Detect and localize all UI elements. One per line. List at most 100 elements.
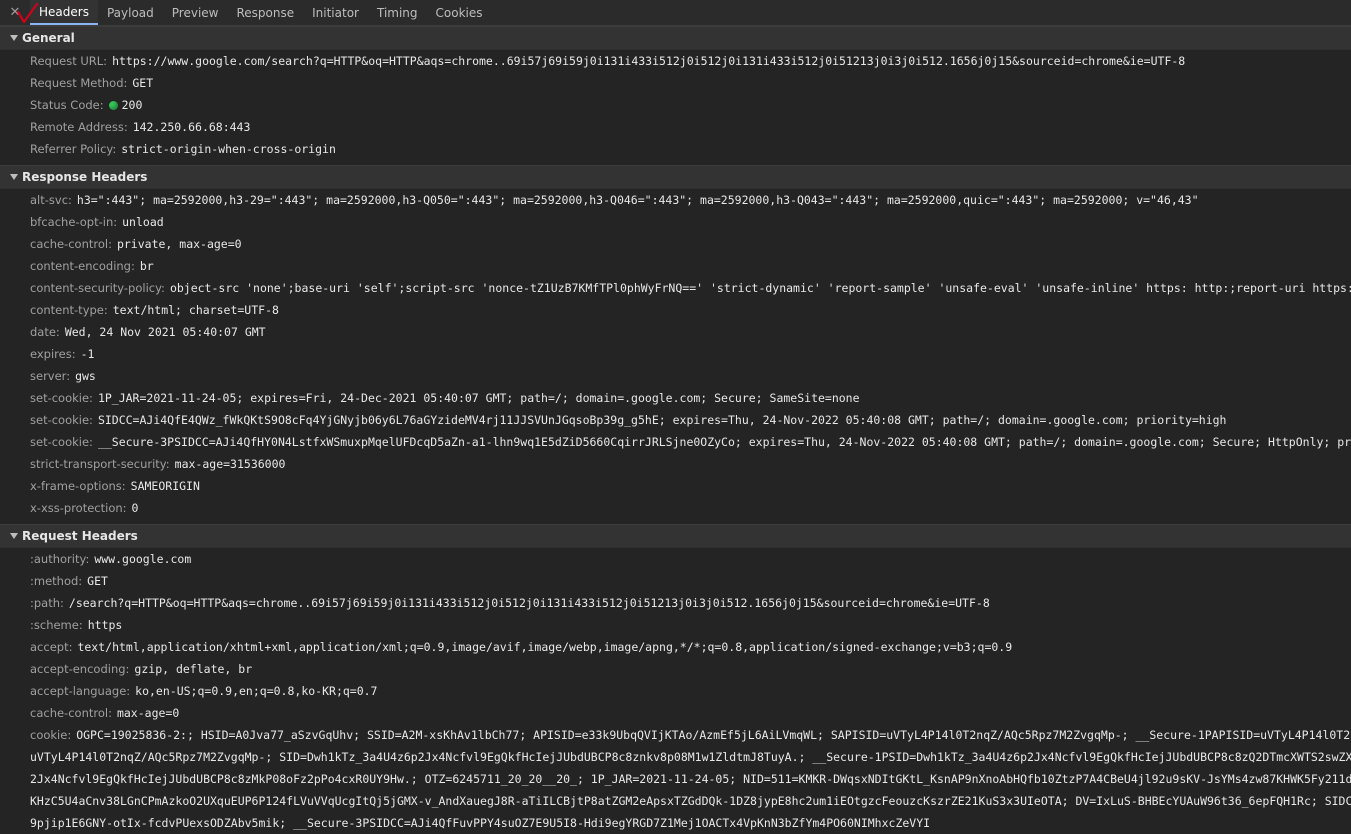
- header-name: date:: [30, 325, 60, 339]
- header-value: https://www.google.com/search?q=HTTP&oq=…: [112, 54, 1186, 68]
- request-header-row: :method: GET: [0, 570, 1351, 592]
- header-value: strict-origin-when-cross-origin: [121, 142, 336, 156]
- header-name: Remote Address:: [30, 120, 128, 134]
- section-title: General: [22, 31, 75, 45]
- collapse-triangle-icon[interactable]: [10, 35, 18, 41]
- general-row: Request Method: GET: [0, 72, 1351, 94]
- header-name: set-cookie:: [30, 413, 93, 427]
- cookie-continuation-line: uVTyL4P14l0T2nqZ/AQc5Rpz7M2ZvgqMp-; SID=…: [0, 746, 1351, 768]
- header-value: /search?q=HTTP&oq=HTTP&aqs=chrome..69i57…: [68, 596, 990, 610]
- header-name: content-encoding:: [30, 259, 135, 273]
- header-value: object-src 'none';base-uri 'self';script…: [169, 281, 1351, 295]
- close-icon[interactable]: ✕: [0, 0, 30, 25]
- request-header-row: accept: text/html,application/xhtml+xml,a…: [0, 636, 1351, 658]
- response-header-row: set-cookie: __Secure-3PSIDCC=AJi4QfHY0N4L…: [0, 431, 1351, 453]
- header-value: 2Jx4Ncfvl9EgQkfHcIejJUbdUBCP8c8zMkP08oFz…: [30, 772, 1351, 786]
- header-name: content-type:: [30, 303, 108, 317]
- response-header-row: set-cookie: 1P_JAR=2021-11-24-05; expires…: [0, 387, 1351, 409]
- tab-headers[interactable]: Headers: [30, 0, 98, 25]
- header-value: 200: [121, 98, 143, 112]
- header-value: GET: [87, 574, 108, 588]
- request-header-row: :path: /search?q=HTTP&oq=HTTP&aqs=chrome.…: [0, 592, 1351, 614]
- header-name: Request Method:: [30, 76, 128, 90]
- tab-label: Payload: [106, 5, 154, 20]
- header-name: Status Code:: [30, 98, 104, 112]
- tab-response[interactable]: Response: [227, 0, 303, 25]
- section-request-headers-header[interactable]: Request Headers: [0, 524, 1351, 548]
- request-header-row: accept-language: ko,en-US;q=0.9,en;q=0.8,…: [0, 680, 1351, 702]
- section-response-headers-header[interactable]: Response Headers: [0, 165, 1351, 189]
- general-rows: Request URL: https://www.google.com/searc…: [0, 50, 1351, 160]
- response-header-row: alt-svc: h3=":443"; ma=2592000,h3-29=":44…: [0, 189, 1351, 211]
- cookie-continuation-line: 9pjip1E6GNY-otIx-fcdvPUexsODZAbv5mik; __…: [0, 812, 1351, 834]
- header-value: Wed, 24 Nov 2021 05:40:07 GMT: [64, 325, 266, 339]
- header-name: cache-control:: [30, 237, 112, 251]
- header-value: -1: [80, 347, 95, 361]
- response-header-row: cache-control: private, max-age=0: [0, 233, 1351, 255]
- header-value: ko,en-US;q=0.9,en;q=0.8,ko-KR;q=0.7: [135, 684, 378, 698]
- header-name: content-security-policy:: [30, 281, 165, 295]
- response-header-row: date: Wed, 24 Nov 2021 05:40:07 GMT: [0, 321, 1351, 343]
- header-name: Request URL:: [30, 54, 108, 68]
- header-value: www.google.com: [94, 552, 192, 566]
- header-name: set-cookie:: [30, 391, 93, 405]
- request-header-row: :authority: www.google.com: [0, 548, 1351, 570]
- header-name: accept-encoding:: [30, 662, 130, 676]
- header-name: cache-control:: [30, 706, 112, 720]
- section-general-header[interactable]: General: [0, 26, 1351, 50]
- tab-payload[interactable]: Payload: [98, 0, 163, 25]
- collapse-triangle-icon[interactable]: [10, 174, 18, 180]
- tab-cookies[interactable]: Cookies: [427, 0, 492, 25]
- header-value: gws: [75, 369, 96, 383]
- request-header-row: :scheme: https: [0, 614, 1351, 636]
- response-header-row: content-security-policy: object-src 'none…: [0, 277, 1351, 299]
- header-value: text/html; charset=UTF-8: [112, 303, 279, 317]
- header-value: h3=":443"; ma=2592000,h3-29=":443"; ma=2…: [76, 193, 1199, 207]
- cookie-continuation-line: 2Jx4Ncfvl9EgQkfHcIejJUbdUBCP8c8zMkP08oFz…: [0, 768, 1351, 790]
- header-value: 1P_JAR=2021-11-24-05; expires=Fri, 24-De…: [97, 391, 860, 405]
- header-name: cookie:: [30, 728, 72, 742]
- tab-initiator[interactable]: Initiator: [303, 0, 368, 25]
- header-name: :scheme:: [30, 618, 83, 632]
- response-header-row: expires: -1: [0, 343, 1351, 365]
- header-name: :authority:: [30, 552, 90, 566]
- cookie-continuation-line: KHzC5U4aCnv38LGnCPmAzkoO2UXquEUP6P124fLV…: [0, 790, 1351, 812]
- header-name: expires:: [30, 347, 76, 361]
- general-row: Request URL: https://www.google.com/searc…: [0, 50, 1351, 72]
- request-header-row: cache-control: max-age=0: [0, 702, 1351, 724]
- response-header-row: bfcache-opt-in: unload: [0, 211, 1351, 233]
- status-ok-icon: [108, 100, 118, 110]
- collapse-triangle-icon[interactable]: [10, 533, 18, 539]
- response-header-row: content-type: text/html; charset=UTF-8: [0, 299, 1351, 321]
- header-value: private, max-age=0: [116, 237, 242, 251]
- general-row: Status Code: 200: [0, 94, 1351, 116]
- response-header-rows: alt-svc: h3=":443"; ma=2592000,h3-29=":44…: [0, 189, 1351, 519]
- request-header-row: accept-encoding: gzip, deflate, br: [0, 658, 1351, 680]
- tab-timing[interactable]: Timing: [368, 0, 427, 25]
- header-value: OGPC=19025836-2:; HSID=A0Jva77_aSzvGqUhv…: [76, 728, 1351, 742]
- tab-preview[interactable]: Preview: [163, 0, 228, 25]
- header-name: set-cookie:: [30, 435, 93, 449]
- tab-label: Initiator: [312, 5, 359, 20]
- header-value: 9pjip1E6GNY-otIx-fcdvPUexsODZAbv5mik; __…: [30, 816, 931, 830]
- response-header-row: set-cookie: SIDCC=AJi4QfE4QWz_fWkQKtS9O8c…: [0, 409, 1351, 431]
- header-name: bfcache-opt-in:: [30, 215, 118, 229]
- header-name: x-xss-protection:: [30, 501, 127, 515]
- header-value: KHzC5U4aCnv38LGnCPmAzkoO2UXquEUP6P124fLV…: [30, 794, 1351, 808]
- tab-label: Preview: [171, 5, 219, 20]
- header-value: GET: [132, 76, 154, 90]
- close-glyph: ✕: [9, 5, 21, 20]
- header-value: 0: [131, 501, 139, 515]
- general-row: Remote Address: 142.250.66.68:443: [0, 116, 1351, 138]
- header-name: strict-transport-security:: [30, 457, 170, 471]
- devtools-tab-bar: ✕ Headers Payload Preview Response Initi…: [0, 0, 1351, 26]
- response-header-row: strict-transport-security: max-age=315360…: [0, 453, 1351, 475]
- header-name: alt-svc:: [30, 193, 72, 207]
- tab-label: Response: [236, 5, 295, 20]
- tab-label: Headers: [39, 4, 89, 19]
- header-name: :path:: [30, 596, 64, 610]
- header-value: SIDCC=AJi4QfE4QWz_fWkQKtS9O8cFq4YjGNyjb0…: [97, 413, 1227, 427]
- header-value: unload: [122, 215, 164, 229]
- header-value: max-age=0: [116, 706, 180, 720]
- tab-label: Timing: [376, 5, 418, 20]
